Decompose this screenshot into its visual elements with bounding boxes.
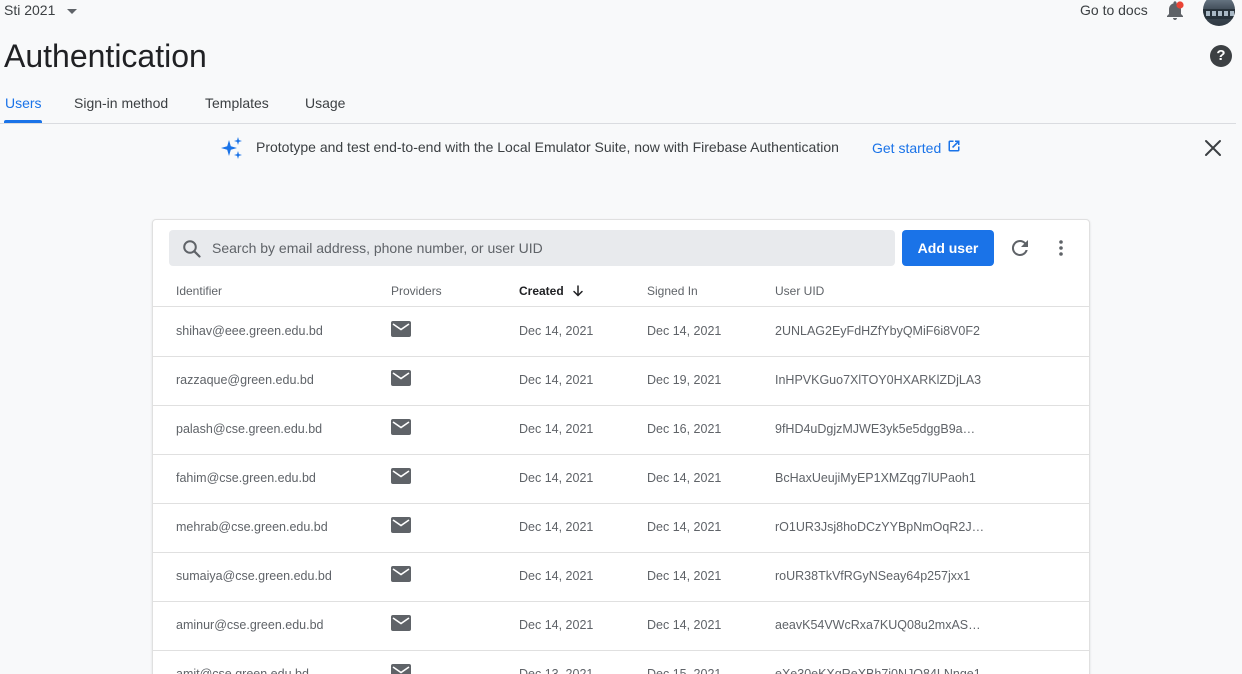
- column-signed-in[interactable]: Signed In: [647, 284, 698, 298]
- email-provider-icon: [391, 566, 411, 585]
- email-provider-icon: [391, 664, 411, 674]
- table-row[interactable]: aminur@cse.green.edu.bd Dec 14, 2021 Dec 1…: [153, 602, 1089, 651]
- table-row[interactable]: amit@cse.green.edu.bd Dec 13, 2021 Dec 15,…: [153, 651, 1089, 674]
- tab-users[interactable]: Users: [5, 95, 42, 111]
- row-user-uid: rO1UR3Jsj8hoDCzYYBpNmOqR2J…: [775, 520, 985, 534]
- row-created: Dec 14, 2021: [519, 471, 594, 485]
- row-identifier: amit@cse.green.edu.bd: [176, 667, 309, 674]
- more-vert-icon[interactable]: [1051, 238, 1071, 258]
- active-tab-indicator: [4, 120, 42, 123]
- row-created: Dec 14, 2021: [519, 422, 594, 436]
- row-signed-in: Dec 14, 2021: [647, 324, 722, 338]
- table-row[interactable]: palash@cse.green.edu.bd Dec 14, 2021 Dec 1…: [153, 406, 1089, 455]
- row-created: Dec 14, 2021: [519, 373, 594, 387]
- emulator-banner: Prototype and test end-to-end with the L…: [0, 124, 1242, 170]
- row-identifier: sumaiya@cse.green.edu.bd: [176, 569, 332, 583]
- chevron-down-icon: [67, 8, 78, 14]
- row-signed-in: Dec 14, 2021: [647, 471, 722, 485]
- row-user-uid: InHPVKGuo7XlTOY0HXARKlZDjLA3: [775, 373, 982, 387]
- row-user-uid: roUR38TkVfRGyNSeay64p257jxx1: [775, 569, 971, 583]
- sparkle-icon: [220, 136, 244, 160]
- banner-text: Prototype and test end-to-end with the L…: [256, 139, 839, 155]
- top-bar: Sti 2021 Go to docs: [0, 0, 1242, 26]
- row-created: Dec 14, 2021: [519, 520, 594, 534]
- row-identifier: shihav@eee.green.edu.bd: [176, 324, 323, 338]
- row-signed-in: Dec 15, 2021: [647, 667, 722, 674]
- search-input[interactable]: [212, 230, 882, 266]
- tab-templates[interactable]: Templates: [205, 95, 269, 111]
- tab-sign-in-method[interactable]: Sign-in method: [74, 95, 168, 111]
- row-created: Dec 14, 2021: [519, 618, 594, 632]
- user-avatar[interactable]: [1203, 0, 1235, 26]
- get-started-label: Get started: [872, 139, 942, 156]
- table-header: Identifier Providers Created Signed In U…: [153, 276, 1089, 307]
- row-signed-in: Dec 16, 2021: [647, 422, 722, 436]
- tab-bar: Users Sign-in method Templates Usage: [0, 90, 1236, 124]
- row-user-uid: BcHaxUeujiMyEP1XMZqg7lUPaoh1: [775, 471, 976, 485]
- row-signed-in: Dec 14, 2021: [647, 520, 722, 534]
- row-signed-in: Dec 19, 2021: [647, 373, 722, 387]
- tab-usage[interactable]: Usage: [305, 95, 345, 111]
- row-identifier: aminur@cse.green.edu.bd: [176, 618, 324, 632]
- project-name: Sti 2021: [4, 2, 56, 18]
- close-banner-icon[interactable]: [1203, 138, 1223, 158]
- column-created-label: Created: [519, 284, 564, 298]
- email-provider-icon: [391, 517, 411, 536]
- table-row[interactable]: razzaque@green.edu.bd Dec 14, 2021 Dec 19,…: [153, 357, 1089, 406]
- column-user-uid[interactable]: User UID: [775, 284, 824, 298]
- search-box: [169, 230, 895, 266]
- row-created: Dec 14, 2021: [519, 324, 594, 338]
- column-providers[interactable]: Providers: [391, 284, 442, 298]
- notifications-bell-icon[interactable]: [1164, 0, 1186, 22]
- column-identifier[interactable]: Identifier: [176, 284, 222, 298]
- open-in-new-icon: [947, 139, 961, 156]
- row-user-uid: 2UNLAG2EyFdHZfYbyQMiF6i8V0F2: [775, 324, 980, 338]
- row-identifier: palash@cse.green.edu.bd: [176, 422, 323, 436]
- row-user-uid: 9fHD4uDgjzMJWE3yk5e5dggB9a…: [775, 422, 976, 436]
- email-provider-icon: [391, 615, 411, 634]
- table-row[interactable]: shihav@eee.green.edu.bd Dec 14, 2021 Dec 1…: [153, 308, 1089, 357]
- add-user-button[interactable]: Add user: [902, 230, 994, 266]
- arrow-down-icon: [572, 285, 583, 297]
- email-provider-icon: [391, 370, 411, 389]
- get-started-link[interactable]: Get started: [872, 139, 961, 156]
- row-identifier: razzaque@green.edu.bd: [176, 373, 314, 387]
- help-icon[interactable]: ?: [1210, 45, 1232, 67]
- refresh-icon[interactable]: [1010, 238, 1030, 258]
- search-icon: [183, 240, 201, 258]
- table-row[interactable]: mehrab@cse.green.edu.bd Dec 14, 2021 Dec 1…: [153, 504, 1089, 553]
- email-provider-icon: [391, 321, 411, 340]
- project-selector[interactable]: Sti 2021: [4, 2, 78, 18]
- row-user-uid: aeavK54VWcRxa7KUQ08u2mxAS…: [775, 618, 981, 632]
- table-row[interactable]: fahim@cse.green.edu.bd Dec 14, 2021 Dec 14…: [153, 455, 1089, 504]
- row-user-uid: eXe30eKXqReXBh7i0NJO84LNnge1: [775, 667, 981, 674]
- page-title: Authentication: [4, 38, 207, 74]
- go-to-docs-link[interactable]: Go to docs: [1080, 2, 1148, 18]
- column-created[interactable]: Created: [519, 284, 584, 298]
- table-row[interactable]: sumaiya@cse.green.edu.bd Dec 14, 2021 Dec …: [153, 553, 1089, 602]
- row-created: Dec 13, 2021: [519, 667, 594, 674]
- row-identifier: fahim@cse.green.edu.bd: [176, 471, 316, 485]
- row-created: Dec 14, 2021: [519, 569, 594, 583]
- email-provider-icon: [391, 468, 411, 487]
- row-signed-in: Dec 14, 2021: [647, 569, 722, 583]
- row-signed-in: Dec 14, 2021: [647, 618, 722, 632]
- email-provider-icon: [391, 419, 411, 438]
- users-table-card: Add user Identifier Providers Created Si…: [152, 219, 1090, 674]
- row-identifier: mehrab@cse.green.edu.bd: [176, 520, 328, 534]
